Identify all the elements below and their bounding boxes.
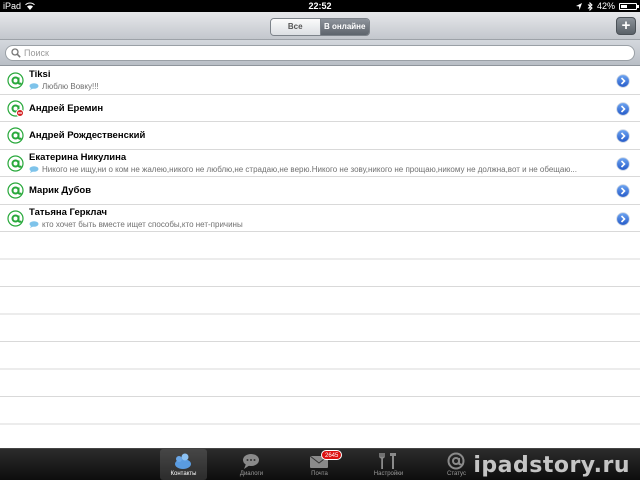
disclosure-button[interactable] bbox=[616, 211, 630, 226]
status-icon bbox=[447, 452, 465, 470]
speech-bubble-icon bbox=[29, 165, 39, 173]
segment-online[interactable]: В онлайне bbox=[320, 19, 369, 35]
clock: 22:52 bbox=[308, 1, 332, 11]
disclosure-button[interactable] bbox=[616, 74, 630, 88]
search-bar bbox=[0, 40, 640, 66]
disclosure-button[interactable] bbox=[616, 101, 630, 116]
bluetooth-icon bbox=[587, 1, 593, 11]
settings-icon bbox=[379, 453, 396, 469]
contact-status-text: Люблю Вовку!!! bbox=[42, 82, 99, 91]
contact-row[interactable]: Марик Дубов bbox=[0, 177, 640, 205]
contact-row[interactable]: Екатерина Никулина Никого не ищу,ни о ко… bbox=[0, 149, 640, 177]
contact-list: Tiksi Люблю Вовку!!! Андрей Еремин Андре… bbox=[0, 67, 640, 448]
search-input[interactable] bbox=[24, 46, 624, 60]
contact-row[interactable]: Андрей Рождественский bbox=[0, 122, 640, 150]
contacts-icon bbox=[175, 453, 191, 469]
tab-mail[interactable]: 2645 Почта bbox=[296, 449, 343, 480]
presence-icon bbox=[7, 99, 24, 117]
search-field[interactable] bbox=[5, 45, 635, 61]
location-icon bbox=[575, 2, 582, 10]
tab-dialogs[interactable]: Диалоги bbox=[228, 449, 275, 480]
disclosure-button[interactable] bbox=[616, 184, 630, 198]
tab-label: Настройки bbox=[373, 471, 404, 477]
contact-status-text: кто хочет быть вместе ищет способы,кто н… bbox=[42, 219, 243, 229]
contact-status: Люблю Вовку!!! bbox=[29, 82, 609, 91]
contact-status: кто хочет быть вместе ищет способы,кто н… bbox=[29, 220, 609, 229]
mail-badge: 2645 bbox=[321, 450, 343, 460]
contact-name: Екатерина Никулина bbox=[29, 151, 127, 163]
navigation-bar: Все В онлайне + bbox=[0, 12, 640, 40]
battery-percent: 42% bbox=[596, 1, 615, 11]
contact-name: Андрей Рождественский bbox=[29, 130, 146, 141]
add-contact-button[interactable]: + bbox=[616, 17, 636, 35]
search-icon bbox=[11, 48, 21, 58]
watermark: ipadstory.ru bbox=[473, 453, 630, 478]
contact-row[interactable]: Андрей Еремин bbox=[0, 94, 640, 122]
contact-name: Марик Дубов bbox=[29, 185, 92, 196]
speech-bubble-icon bbox=[29, 220, 39, 228]
battery-icon bbox=[619, 2, 639, 10]
contact-status-text: Никого не ищу,ни о ком не жалею,никого н… bbox=[42, 164, 577, 174]
contact-name: Tiksi bbox=[29, 69, 51, 80]
presence-icon bbox=[7, 72, 24, 89]
tab-contacts[interactable]: Контакты bbox=[160, 449, 207, 480]
disclosure-button[interactable] bbox=[616, 156, 630, 171]
tab-label: Диалоги bbox=[239, 471, 264, 477]
presence-icon bbox=[7, 127, 24, 144]
tab-settings[interactable]: Настройки bbox=[365, 449, 412, 480]
disclosure-button[interactable] bbox=[616, 129, 630, 143]
contact-name: Татьяна Герклач bbox=[29, 206, 108, 218]
speech-bubble-icon bbox=[29, 83, 39, 90]
tab-label: Контакты bbox=[170, 471, 197, 477]
tab-label: Почта bbox=[311, 471, 328, 477]
contact-name: Андрей Еремин bbox=[29, 102, 104, 114]
status-bar: iPad 22:52 42% bbox=[0, 0, 640, 12]
presence-icon bbox=[7, 209, 24, 227]
contact-row[interactable]: Tiksi Люблю Вовку!!! bbox=[0, 67, 640, 95]
dialogs-icon bbox=[243, 454, 259, 469]
contact-status: Никого не ищу,ни о ком не жалею,никого н… bbox=[29, 165, 609, 174]
presence-icon bbox=[7, 154, 24, 172]
contact-row[interactable]: Татьяна Герклач кто хочет быть вместе ищ… bbox=[0, 204, 640, 232]
segmented-control: Все В онлайне bbox=[270, 18, 370, 36]
segment-all[interactable]: Все bbox=[271, 19, 321, 35]
tab-bar: Контакты Диалоги 2645 Почта Настройки Ст… bbox=[0, 448, 640, 480]
presence-icon bbox=[7, 182, 24, 199]
